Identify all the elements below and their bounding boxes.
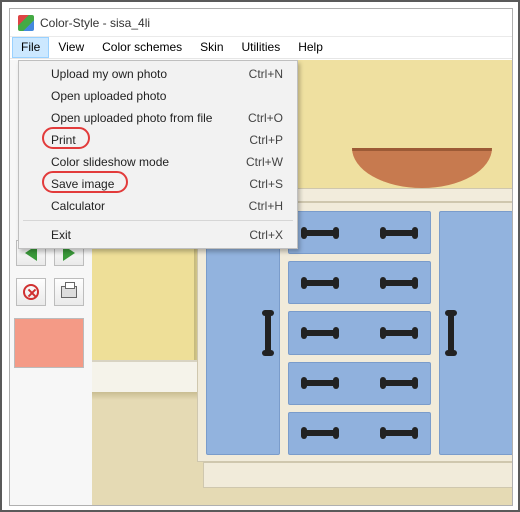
menu-item-exit[interactable]: Exit Ctrl+X [21,224,295,246]
cancel-icon [23,284,39,300]
drawer [288,311,431,354]
menu-item-upload-my-own-photo[interactable]: Upload my own photo Ctrl+N [21,63,295,85]
menu-item-shortcut: Ctrl+P [249,133,295,147]
menu-item-save-image[interactable]: Save image Ctrl+S [21,173,295,195]
menu-item-label: Color slideshow mode [51,155,169,169]
menu-item-label: Exit [51,228,71,242]
menu-item-label: Open uploaded photo [51,89,166,103]
drawer-column [288,211,431,455]
drawer [288,211,431,254]
menu-item-shortcut: Ctrl+N [249,67,295,81]
baseboard [92,360,207,396]
menu-item-shortcut: Ctrl+H [249,199,295,213]
menu-color-schemes[interactable]: Color schemes [93,37,191,58]
menu-help[interactable]: Help [289,37,332,58]
menu-file[interactable]: File [12,37,49,58]
menu-item-label: Save image [51,177,114,191]
color-swatch[interactable] [14,318,84,368]
drawer [288,362,431,405]
menu-view[interactable]: View [49,37,93,58]
cabinet-door-right [439,211,512,455]
menu-item-label: Print [51,133,76,147]
menu-item-shortcut: Ctrl+O [248,111,295,125]
menubar: FileViewColor schemesSkinUtilitiesHelp [10,37,512,59]
menu-item-open-uploaded-photo[interactable]: Open uploaded photo [21,85,295,107]
app-icon [18,15,34,31]
menu-utilities[interactable]: Utilities [233,37,290,58]
titlebar: Color-Style - sisa_4li [10,9,512,37]
app-window: Color-Style - sisa_4li FileViewColor sch… [9,8,513,506]
menu-item-label: Calculator [51,199,105,213]
menu-item-shortcut: Ctrl+X [249,228,295,242]
menu-item-label: Open uploaded photo from file [51,111,212,125]
app-frame: Color-Style - sisa_4li FileViewColor sch… [0,0,520,512]
file-menu-dropdown: Upload my own photo Ctrl+N Open uploaded p… [18,60,298,249]
drawer [288,412,431,455]
menu-item-shortcut: Ctrl+W [246,155,295,169]
menu-item-color-slideshow-mode[interactable]: Color slideshow mode Ctrl+W [21,151,295,173]
menu-item-calculator[interactable]: Calculator Ctrl+H [21,195,295,217]
print-button[interactable] [54,278,84,306]
menu-skin[interactable]: Skin [191,37,232,58]
window-title: Color-Style - sisa_4li [40,16,150,30]
drawer [288,261,431,304]
menu-item-label: Upload my own photo [51,67,167,81]
menu-separator [23,220,293,221]
menu-item-open-uploaded-photo-from-file[interactable]: Open uploaded photo from file Ctrl+O [21,107,295,129]
cancel-button[interactable] [16,278,46,306]
printer-icon [61,286,77,298]
menu-item-shortcut: Ctrl+S [249,177,295,191]
menu-item-print[interactable]: Print Ctrl+P [21,129,295,151]
